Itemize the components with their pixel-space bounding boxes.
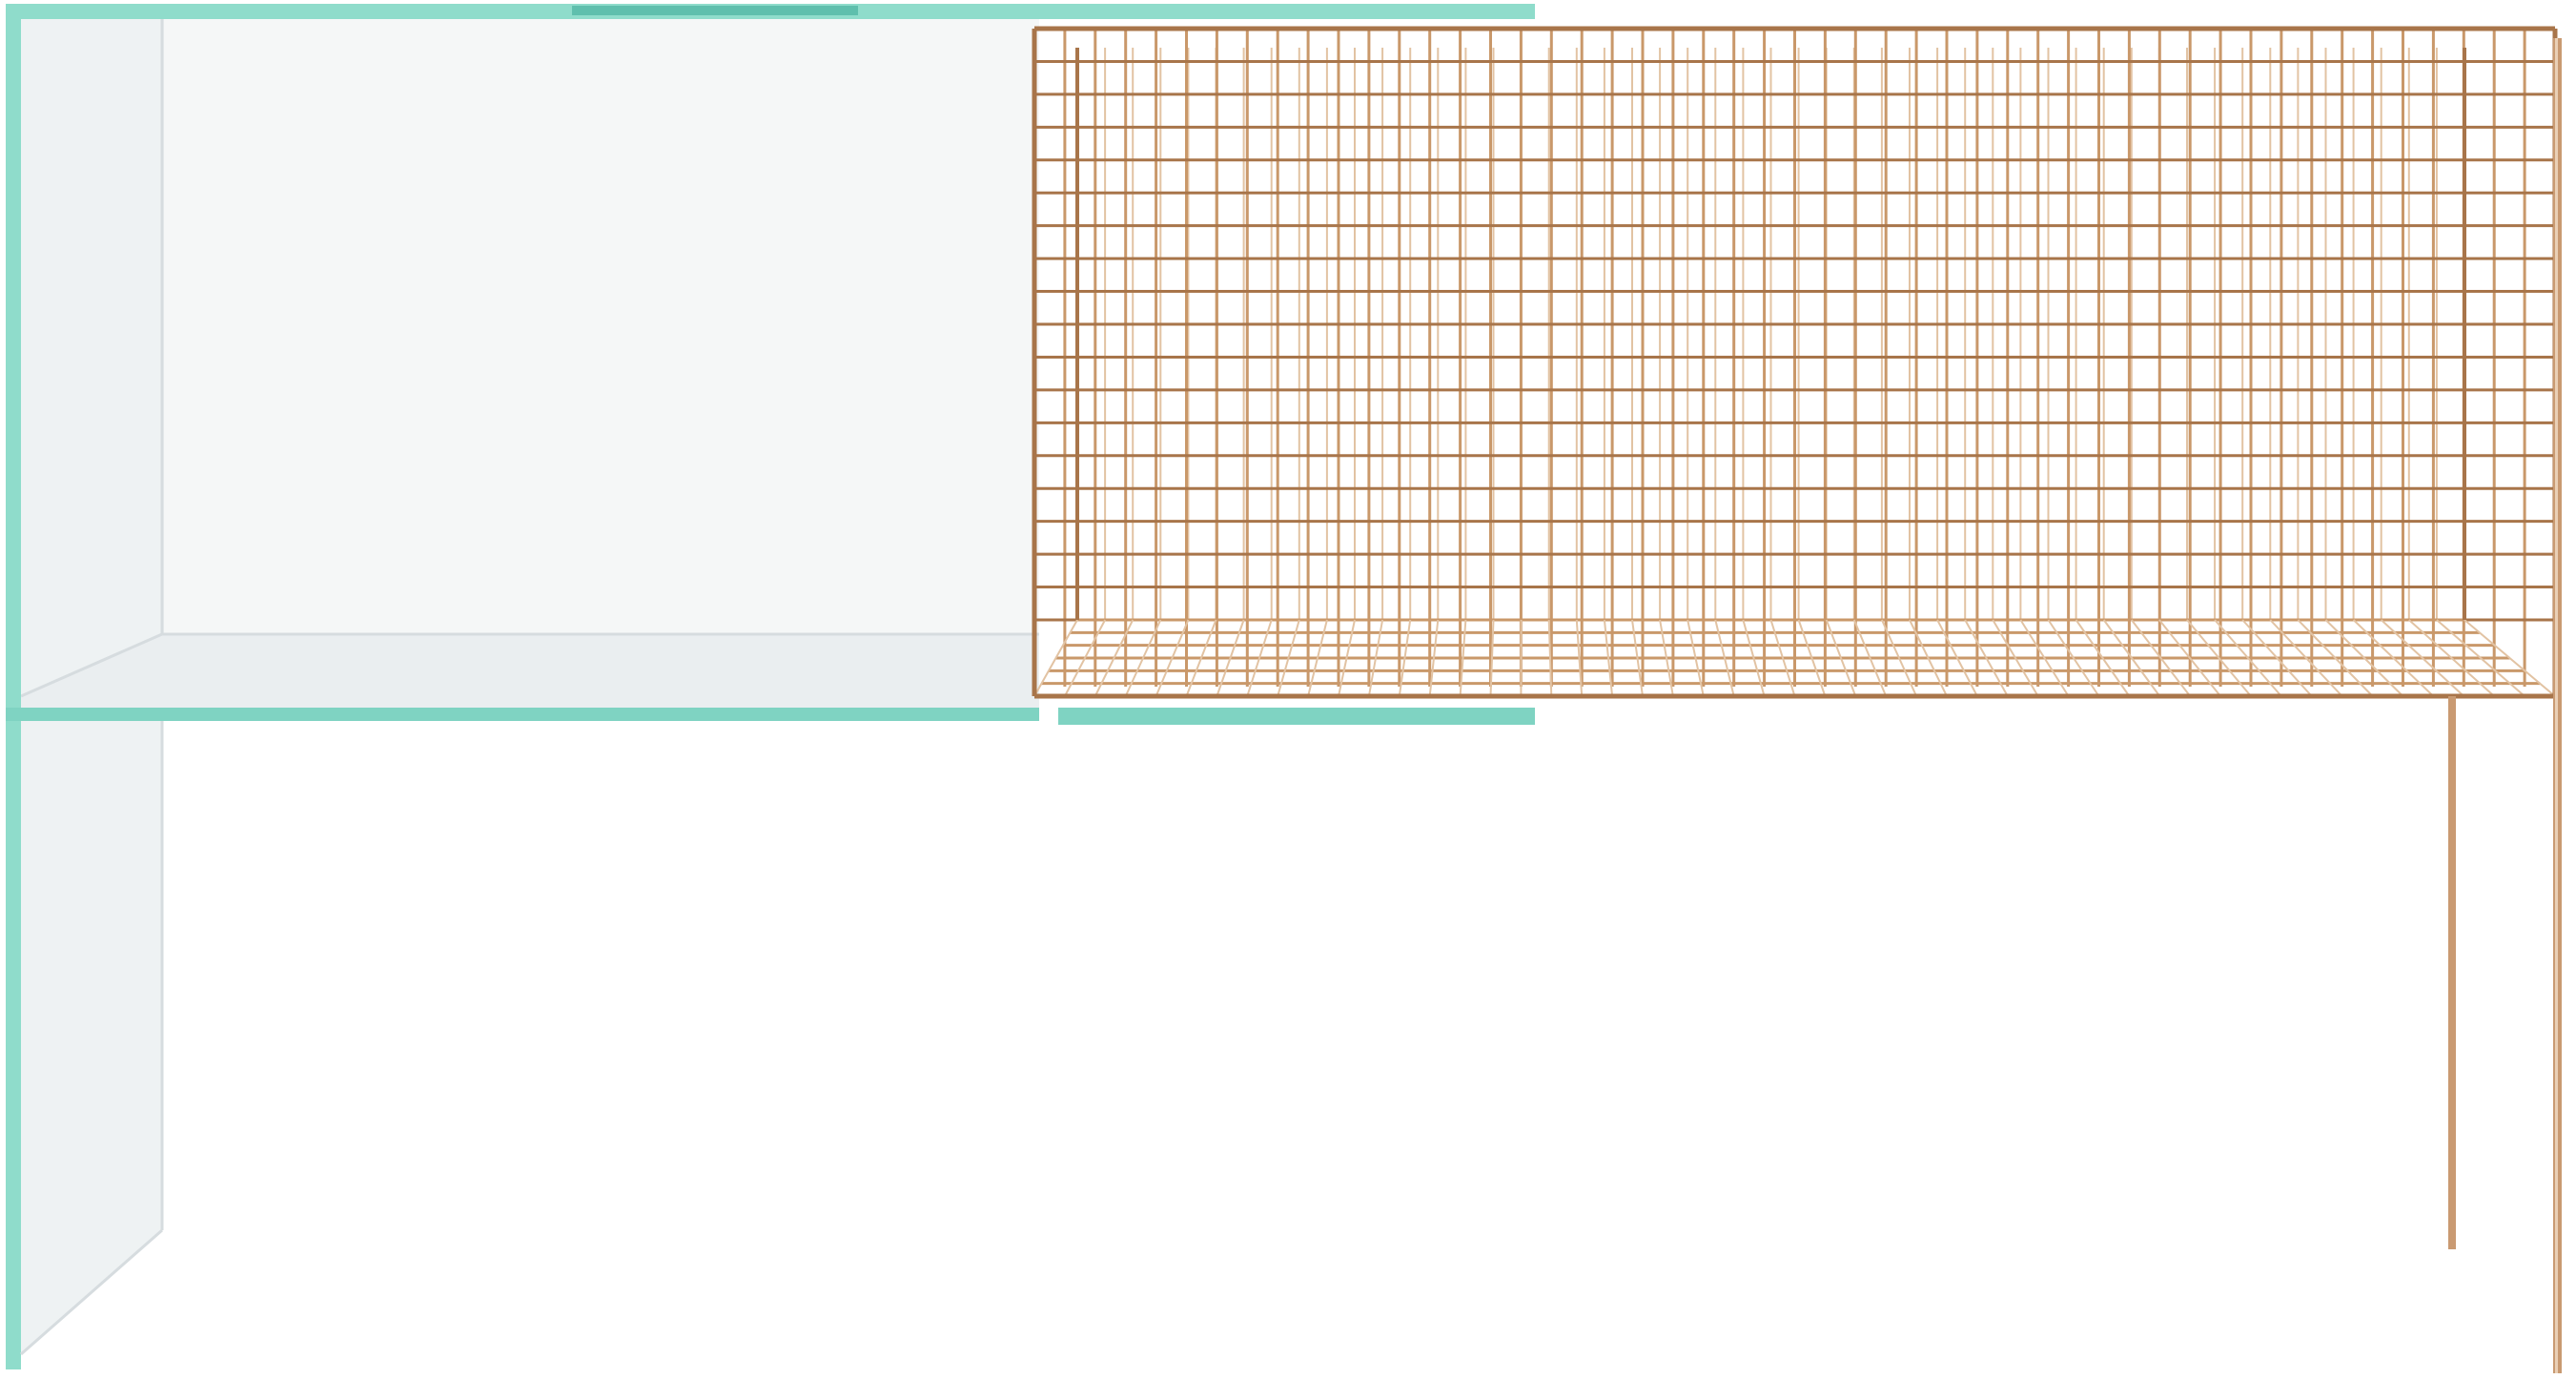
glass-shelf-edge xyxy=(6,708,1039,721)
glass-unit xyxy=(6,4,1535,1369)
glass-left-edge xyxy=(6,4,21,710)
product-photo xyxy=(6,4,2562,1373)
glass-back-panel xyxy=(162,19,1039,634)
glass-inner-left-wall xyxy=(21,19,164,696)
glass-shelf-edge xyxy=(1058,708,1535,725)
copper-leg-rear-highlight xyxy=(2555,38,2558,1373)
glass-shelf-floor xyxy=(21,634,1039,708)
glass-leg-edge xyxy=(6,721,21,1369)
glass-leg-panel xyxy=(21,721,162,1354)
glass-top-edge-highlight xyxy=(572,6,858,15)
copper-leg-front xyxy=(2448,696,2456,1249)
wire-basket xyxy=(1032,26,2558,699)
